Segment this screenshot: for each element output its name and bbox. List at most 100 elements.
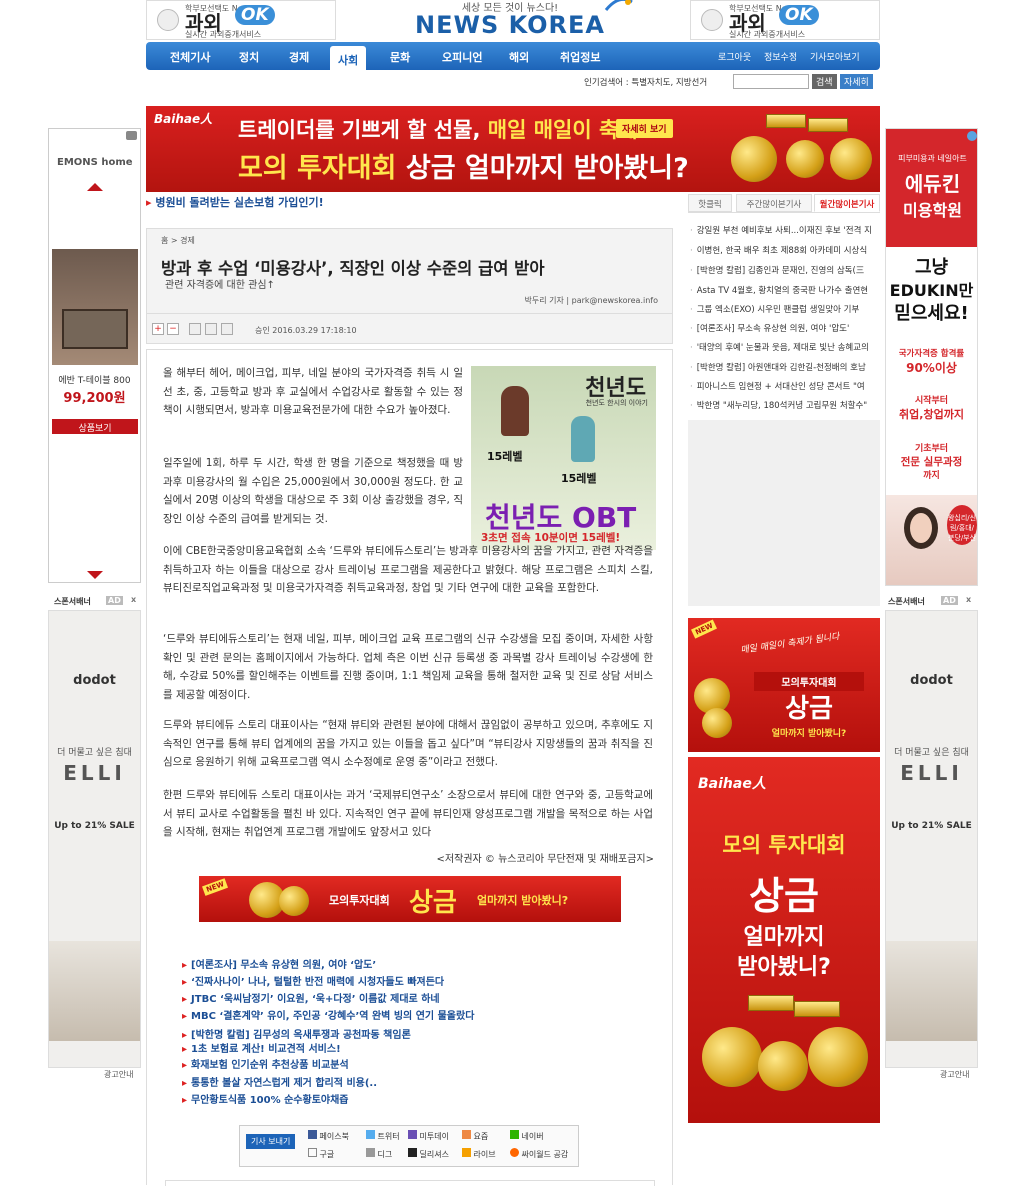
related-link[interactable]: JTBC ‘욱씨남정기’ 이요원, ‘욱+다정’ 이름값 제대로 하네 [182,990,440,1005]
search-bar: 인기검색어 : 특별자치도, 지방선거 검색 자세히 [580,74,880,90]
arrow-up-icon[interactable] [87,183,103,191]
tab-hot-click[interactable]: 핫클릭 [688,194,732,212]
view-product-button[interactable]: 상품보기 [52,419,138,434]
edit-profile-link[interactable]: 정보수정 [764,50,797,63]
nav-item-economy[interactable]: 경제 [289,49,309,65]
share-twitter[interactable]: 트위터 [366,1130,400,1142]
popular-news-item[interactable]: 박한명 "새누리당, 180석커녕 고립무원 처할수" [690,399,878,411]
hot-link-text: 병원비 돌려받는 실손보험 가입인기! [155,196,324,209]
search-button[interactable]: 검색 [812,74,837,89]
nav-item-all[interactable]: 전체기사 [170,49,210,65]
main-banner-ad[interactable]: Baihae人 트레이더를 기쁘게 할 선물, 매일 매일이 축제! 자세히 보… [146,106,880,192]
nav-item-opinion[interactable]: 오피니언 [442,49,482,65]
nav-item-world[interactable]: 해외 [509,49,529,65]
popular-news-item[interactable]: 이병헌, 한국 배우 최초 제88회 아카데미 시상식 [690,244,878,256]
banner-text: 얼마까지 받아봤니? [464,153,689,184]
share-naver[interactable]: 네이버 [510,1130,544,1142]
live-icon [462,1148,471,1157]
banner-brand: Baihae人 [154,112,213,126]
nav-item-politics[interactable]: 정치 [239,49,259,65]
game-ad[interactable]: 천년도 천년도 한시의 이야기 15레벨 15레벨 천년도 OBT 3초면 접속… [471,366,656,550]
level-label: 15레벨 [561,472,597,485]
related-link[interactable]: MBC ‘결혼계약’ 유이, 주인공 ‘강혜수’역 완벽 빙의 연기 물올랐다 [182,1007,474,1022]
gold-coin-icon [786,140,824,178]
share-delicious[interactable]: 딜리셔스 [408,1148,449,1160]
left-sponsor-banner[interactable]: dodot 더 머물고 싶은 침대 ELLI Up to 21% SALE [48,610,141,1068]
share-facebook[interactable]: 페이스북 [308,1130,349,1142]
article-paragraph: 일주일에 1회, 하루 두 시간, 학생 한 명을 기준으로 책정했을 때 방과… [163,457,463,525]
search-input[interactable] [733,74,809,89]
ad-text: 그냥 [914,257,949,278]
banner-text: 상금 [405,153,456,184]
related-link[interactable]: ‘진짜사나이’ 나나, 털털한 반전 매력에 시청자들도 빠져든다 [182,973,444,988]
related-link[interactable]: 화재보험 인기순위 추천상품 비교분석 [182,1056,349,1071]
logout-link[interactable]: 로그아웃 [718,50,751,63]
yozm-icon [462,1130,471,1139]
breadcrumb[interactable]: 홈 > 경제 [161,235,195,246]
nav-item-society[interactable]: 사회 [330,46,367,72]
font-increase-icon[interactable]: + [152,323,164,335]
game-sub: 천년도 한시의 이야기 [585,399,648,407]
right-academy-ad[interactable]: 피부미용과 네일아트 에듀킨 미용학원 그냥 EDUKIN만 믿으세요! 국가자… [885,128,978,586]
related-link[interactable]: 무안황토식품 100% 순수황토야채즙 [182,1091,348,1106]
popular-news-item[interactable]: 그룹 엑소(EXO) 시우민 팬클럽 생일맞아 기부 [690,303,878,315]
right-sponsor-banner[interactable]: dodot 더 머물고 싶은 침대 ELLI Up to 21% SALE [885,610,978,1068]
popular-search-label: 인기검색어 : 특별자치도, 지방선거 [584,78,708,88]
popular-news-item[interactable]: Asta TV 4월호, 황치열의 중국판 나가수 출연현 [690,284,878,296]
close-icon[interactable]: x [131,595,136,604]
arrow-down-icon[interactable] [87,571,103,579]
email-icon[interactable] [205,323,217,335]
share-google[interactable]: 구글 [308,1148,334,1160]
gold-coin-icon [830,138,872,180]
arrow-icon: ▸ [146,196,156,209]
share-digg[interactable]: 디그 [366,1148,392,1160]
ad-info-link[interactable]: 광고안내 [104,1069,133,1080]
product-image[interactable] [52,249,138,365]
banner-text: 트레이더를 기쁘게 할 선물, [238,118,481,142]
print-icon[interactable] [189,323,201,335]
facebook-icon [308,1130,317,1139]
ad-info-icon [126,131,137,140]
hot-link[interactable]: ▸ 병원비 돌려받는 실손보험 가입인기! [146,194,324,210]
share-cyworld[interactable]: 싸이월드 공감 [510,1148,568,1160]
related-link[interactable]: 통통한 볼살 자연스럽게 제거 합리적 비용(.. [182,1074,377,1089]
nav-item-jobs[interactable]: 취업정보 [560,49,600,65]
popular-news-item[interactable]: [박한명 칼럼] 김종인과 문재인, 진영의 삼독(三 [690,264,878,276]
related-link[interactable]: 1초 보험료 계산! 비교견적 서비스! [182,1040,341,1055]
comment-box-edge [165,1180,655,1186]
right-ad-1[interactable]: NEW 매일 매일이 축제가 됩니다 모의투자대회 상금 얼마까지 받아봤니? [688,618,880,752]
share-yozm[interactable]: 요즘 [462,1130,488,1142]
right-ad-2[interactable]: Baihae人 모의 투자대회 상금 얼마까지 받아봤니? [688,757,880,1123]
tab-monthly[interactable]: 월간많이본기사 [814,194,880,212]
font-decrease-icon[interactable]: − [167,323,179,335]
site-logo[interactable]: 세상 모든 것이 뉴스다! NEWS KOREA [390,0,640,40]
ad-text: 국가자격증 합격률 [898,349,965,359]
top-ad-right[interactable]: 학부모선택도 No.1 과외 OK 실시간 과외중개서비스 [690,0,880,40]
left-product-ad[interactable]: EMONS home 에반 T-테이블 800 99,200원 상품보기 [48,128,141,583]
ad-line: 실시간 과외중개서비스 [729,30,806,39]
gold-coin-icon [731,136,777,182]
top-ad-left[interactable]: 학부모선택도 No.1 과외 OK 실시간 과외중개서비스 [146,0,336,40]
share-live[interactable]: 라이브 [462,1148,496,1160]
popular-news-item[interactable]: 피아니스트 임현정 + 서대산인 성당 콘서트 "여 [690,380,878,392]
scrap-icon[interactable] [221,323,233,335]
related-link[interactable]: [박한명 칼럼] 김무성의 옥새투쟁과 공천파동 책임론 [182,1026,411,1041]
inline-banner-ad[interactable]: NEW 모의투자대회 상금 얼마까지 받아봤니? [199,876,621,922]
popular-news-item[interactable]: [박한명 칼럼] 아원앤대와 김한길-천정배의 호남 [690,361,878,373]
close-icon[interactable]: x [966,595,971,604]
ad-brand: dodot [73,673,116,688]
ad-headline: ELLI [900,761,963,785]
tab-weekly[interactable]: 주간많이본기사 [736,194,812,212]
popular-news-item[interactable]: '태양의 후예' 눈물과 웃음, 제대로 빛난 송혜교의 [690,341,878,353]
share-me2day[interactable]: 미투데이 [408,1130,449,1142]
article-collection-link[interactable]: 기사모아보기 [810,50,860,63]
banner-detail-button[interactable]: 자세히 보기 [616,119,673,138]
detail-search-button[interactable]: 자세히 [840,74,873,89]
related-link[interactable]: [여론조사] 무소속 유상현 의원, 여야 ‘압도’ [182,956,376,971]
popular-news-item[interactable]: 강일원 부천 예비후보 사퇴...이재진 후보 '전격 지 [690,224,878,236]
ad-info-link[interactable]: 광고안내 [940,1069,969,1080]
ad-text: 모의 투자대회 [722,833,846,857]
nav-item-culture[interactable]: 문화 [390,49,410,65]
popular-news-item[interactable]: [여론조사] 무소속 유상현 의원, 여야 '압도' [690,322,878,334]
ad-subtitle: 더 머물고 싶은 침대 [894,748,969,758]
